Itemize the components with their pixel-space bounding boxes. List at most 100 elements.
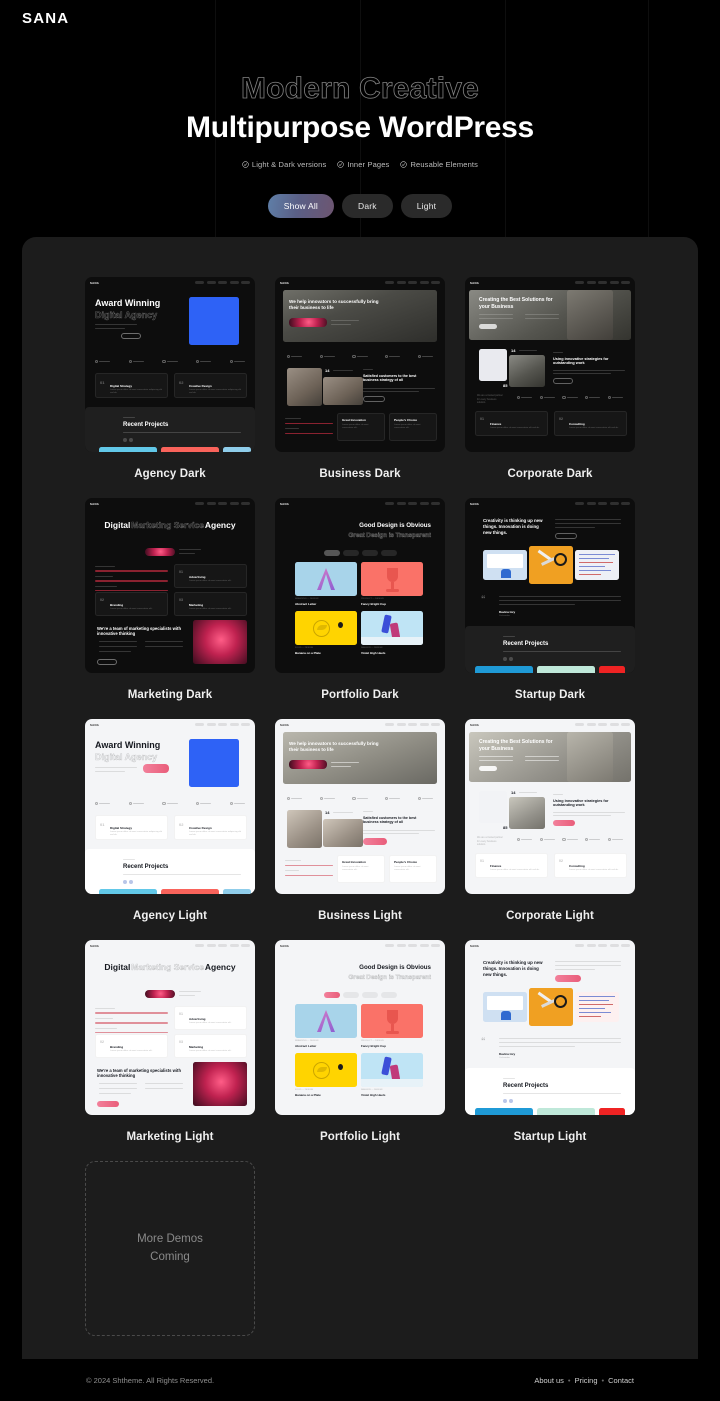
footer-link-contact[interactable]: Contact (608, 1376, 634, 1385)
mini-heading-2: Agency (204, 962, 236, 972)
hero-section: SANA Modern Creative Multipurpose WordPr… (0, 0, 720, 237)
check-circle-icon (400, 161, 408, 168)
mini-card-number: 01 (480, 417, 484, 421)
mini-card-number: 03 (179, 598, 183, 602)
footer-separator: • (567, 1375, 571, 1385)
demo-label: Portfolio Dark (321, 689, 399, 701)
demo-thumbnail[interactable]: SANA Good Design is Obvious Great Design… (275, 498, 445, 673)
mini-logo: SANA (470, 722, 480, 727)
mini-card-title: Advertising (189, 1017, 206, 1021)
demo-card-marketing-light[interactable]: SANA Digital Marketing Service Agency 01… (85, 940, 255, 1143)
mini-heading: Award Winning (95, 298, 161, 308)
demo-card-agency-light[interactable]: SANA Award Winning Digital Agency 01 Dig… (85, 719, 255, 922)
demo-thumbnail[interactable]: SANA We help innovators to successfully … (275, 277, 445, 452)
mini-card-number: 01 (179, 570, 183, 574)
mini-heading-ghost: Digital Agency (95, 752, 158, 762)
demo-label: Corporate Dark (507, 468, 593, 480)
demo-thumbnail[interactable]: SANA Digital Marketing Service Agency 01… (85, 940, 255, 1115)
mini-card-title: Creative Design (189, 384, 212, 388)
mini-heading-ghost: Digital Agency (95, 310, 158, 320)
mini-card-title: Branding (110, 603, 124, 607)
check-circle-icon (337, 161, 345, 168)
demo-thumbnail[interactable]: SANA Award Winning Digital Agency 01 Dig… (85, 719, 255, 894)
footer-link-pricing[interactable]: Pricing (575, 1376, 598, 1385)
mini-heading-ghost: Great Design is Transparent (348, 974, 431, 981)
hero-title-outline: Modern Creative (240, 72, 480, 106)
mini-stat-value: 85 (503, 825, 508, 830)
mini-card-title: Consulting (569, 864, 585, 868)
demo-thumbnail[interactable]: SANA Creativity is thinking up new thing… (465, 498, 635, 673)
mini-stat-value: 85 (503, 383, 508, 388)
mini-section-title: We're a team of marketing specialists wi… (97, 626, 181, 636)
demo-label: Business Light (318, 910, 402, 922)
demo-card-portfolio-dark[interactable]: SANA Good Design is Obvious Great Design… (275, 498, 445, 701)
demo-thumbnail[interactable]: SANA Creating the Best Solutions for you… (465, 719, 635, 894)
mini-section-title: Satisfied customers to the best business… (363, 816, 417, 824)
mini-logo: SANA (90, 501, 100, 506)
coming-soon-line-2: Coming (150, 1250, 190, 1263)
demo-card-marketing-dark[interactable]: SANA Digital Marketing Service Agency 01… (85, 498, 255, 701)
mini-heading: Creativity is thinking up new things. In… (483, 518, 543, 535)
mini-heading: Good Design is Obvious (359, 522, 431, 529)
mini-logo: SANA (280, 280, 290, 285)
demo-card-corporate-dark[interactable]: SANA Creating the Best Solutions for you… (465, 277, 635, 480)
demo-card-startup-dark[interactable]: SANA Creativity is thinking up new thing… (465, 498, 635, 701)
feature-label: Light & Dark versions (251, 160, 327, 169)
demo-thumbnail[interactable]: SANA Digital Marketing Service Agency 01… (85, 498, 255, 673)
demo-label: Agency Light (132, 910, 208, 922)
mini-card-title: Marketing (189, 1045, 204, 1049)
footer-link-about-us[interactable]: About us (534, 1376, 564, 1385)
coming-soon-line-1: More Demos (137, 1232, 203, 1245)
filter-light-button[interactable]: Light (400, 194, 453, 218)
footer-separator: • (601, 1375, 605, 1385)
demo-thumbnail[interactable]: SANA Award Winning Digital Agency 01 Dig… (85, 277, 255, 452)
mini-section-title: Recent Projects (503, 1083, 549, 1089)
mini-card-title: People's Choice (394, 418, 418, 422)
hero-title-solid: Multipurpose WordPress (186, 110, 534, 144)
mini-card-number: 02 (100, 598, 104, 602)
demos-panel: SANA Award Winning Digital Agency 01 Dig… (22, 237, 698, 1359)
demo-card-portfolio-light[interactable]: SANA Good Design is Obvious Great Design… (275, 940, 445, 1143)
filter-dark-button[interactable]: Dark (342, 194, 393, 218)
mini-card-title: Consulting (569, 422, 585, 426)
mini-logo: SANA (90, 280, 100, 285)
demo-card-startup-light[interactable]: SANA Creativity is thinking up new thing… (465, 940, 635, 1143)
feature-item: Light & Dark versions (242, 160, 326, 169)
mini-heading-ghost: Great Design is Transparent (348, 532, 431, 539)
demo-thumbnail[interactable]: SANA Good Design is Obvious Great Design… (275, 940, 445, 1115)
mini-card-number: 02 (559, 859, 563, 863)
mini-card-number: 02 (179, 380, 184, 385)
mini-card-title: Great Innovation (342, 418, 366, 422)
mini-logo: SANA (90, 943, 100, 948)
footer-links: About us • Pricing • Contact (534, 1376, 634, 1385)
mini-card-title: Creative Design (189, 826, 212, 830)
mini-heading-2: Agency (204, 520, 236, 530)
mini-section-title: Satisfied customers to the best business… (363, 374, 417, 382)
feature-item: Reusable Elements (400, 160, 478, 169)
demo-card-corporate-light[interactable]: SANA Creating the Best Solutions for you… (465, 719, 635, 922)
mini-logo: SANA (470, 280, 480, 285)
mini-card-number: 02 (179, 822, 184, 827)
demo-card-business-light[interactable]: SANA We help innovators to successfully … (275, 719, 445, 922)
mini-card-title: Marketing (189, 603, 204, 607)
demo-card-business-dark[interactable]: SANA We help innovators to successfully … (275, 277, 445, 480)
demo-label: Corporate Light (506, 910, 594, 922)
mini-logo: SANA (470, 943, 480, 948)
mini-card-number: 01 (100, 822, 105, 827)
mini-card-title: People's Choice (394, 860, 418, 864)
mini-heading: We help innovators to successfully bring… (289, 741, 379, 753)
mini-card-title: Branding (110, 1045, 124, 1049)
mini-logo: SANA (280, 722, 290, 727)
demo-card-agency-dark[interactable]: SANA Award Winning Digital Agency 01 Dig… (85, 277, 255, 480)
mini-card-title: Finance (490, 864, 502, 868)
feature-item: Inner Pages (337, 160, 389, 169)
mini-heading: Good Design is Obvious (359, 964, 431, 971)
mini-logo: SANA (90, 722, 100, 727)
mini-card-number: 02 (559, 417, 563, 421)
demo-thumbnail[interactable]: SANA Creating the Best Solutions for you… (465, 277, 635, 452)
demo-thumbnail[interactable]: SANA Creativity is thinking up new thing… (465, 940, 635, 1115)
demo-thumbnail[interactable]: SANA We help innovators to successfully … (275, 719, 445, 894)
mini-tile-title: Abstract Letter (295, 1044, 317, 1048)
demo-card-coming-soon: More Demos Coming (85, 1161, 255, 1336)
filter-show-all-button[interactable]: Show All (267, 194, 334, 218)
